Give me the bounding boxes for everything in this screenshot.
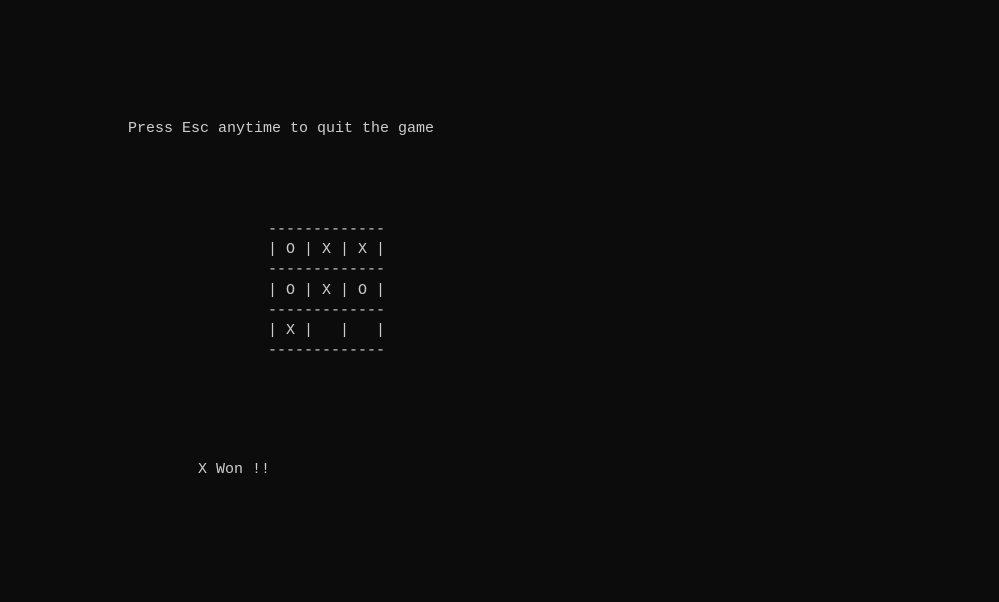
- board-separator: -------------: [268, 302, 385, 319]
- board-row-1: | O | X | O |: [268, 282, 385, 299]
- board-separator: -------------: [268, 342, 385, 359]
- board-separator: -------------: [268, 221, 385, 238]
- game-board: ------------- | O | X | X | ------------…: [128, 200, 999, 362]
- quit-instruction: Press Esc anytime to quit the game: [128, 120, 434, 137]
- board-row-2: | X | | |: [268, 322, 385, 339]
- board-row-0: | O | X | X |: [268, 241, 385, 258]
- game-result: X Won !!: [128, 440, 999, 481]
- board-separator: -------------: [268, 261, 385, 278]
- winner-message: X Won !!: [198, 461, 270, 478]
- terminal-output: Press Esc anytime to quit the game -----…: [0, 81, 999, 501]
